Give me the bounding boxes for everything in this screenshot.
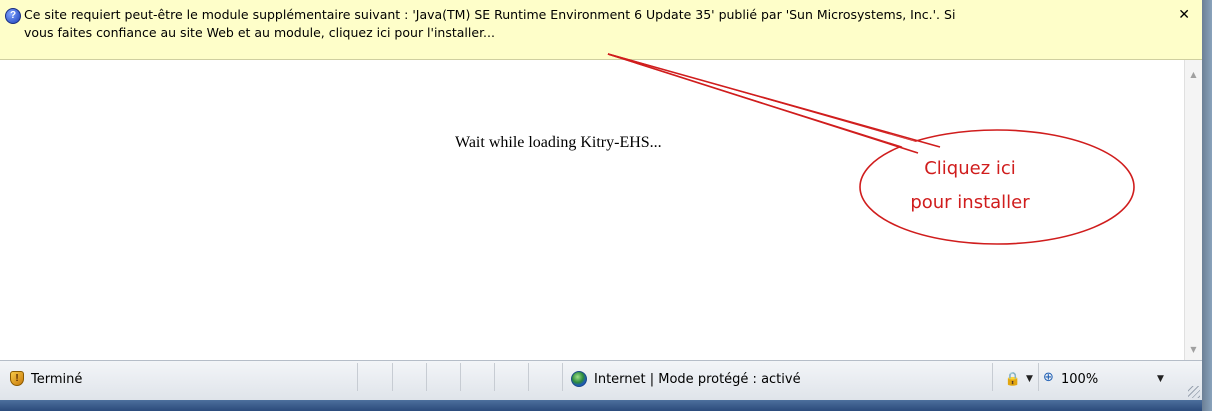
scroll-down-arrow-icon[interactable]: ▼ [1185,341,1202,358]
protected-mode-icon[interactable]: 🔒 [1004,370,1022,388]
chevron-down-icon[interactable]: ▼ [1026,374,1033,384]
scroll-up-arrow-icon[interactable]: ▲ [1185,66,1202,83]
close-icon[interactable]: ✕ [1178,7,1190,23]
status-separator [357,363,358,391]
information-bar[interactable]: ? Ce site requiert peut-être le module s… [0,0,1202,60]
callout-text-line1: Cliquez ici [924,158,1016,179]
globe-icon [571,371,587,387]
magnifier-icon[interactable]: ⊕ [1043,370,1054,385]
loading-message: Wait while loading Kitry-EHS... [455,134,662,151]
status-text: Terminé [31,372,83,387]
status-separator [426,363,427,391]
security-zone-text[interactable]: Internet | Mode protégé : activé [594,372,801,387]
status-separator [528,363,529,391]
callout-text-line2: pour installer [910,192,1030,213]
chevron-down-icon[interactable]: ▼ [1157,374,1164,384]
status-bar: ! Terminé Internet | Mode protégé : acti… [0,360,1202,400]
status-separator [494,363,495,391]
zoom-level[interactable]: 100% [1061,372,1098,387]
infobar-message[interactable]: Ce site requiert peut-être le module sup… [24,6,1144,42]
status-separator [392,363,393,391]
status-separator [562,363,563,391]
vertical-scrollbar[interactable]: ▲ ▼ [1184,60,1202,360]
status-separator [1038,363,1039,391]
shield-warning-icon[interactable]: ! [10,371,24,386]
status-separator [992,363,993,391]
window-frame-edge [1202,0,1212,411]
info-icon: ? [5,8,21,24]
resize-grip-icon[interactable] [1188,386,1200,398]
status-separator [460,363,461,391]
taskbar-strip [0,400,1202,411]
